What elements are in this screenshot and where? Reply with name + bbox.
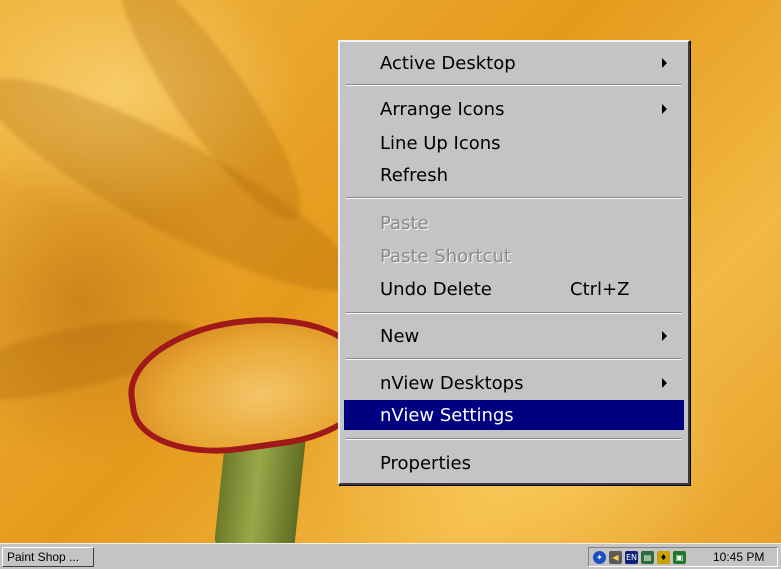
menu-item-paste-shortcut[interactable]: Paste Shortcut: [344, 241, 684, 271]
menu-item-label: Undo Delete: [380, 278, 492, 300]
menu-item-label: Properties: [380, 452, 471, 474]
menu-item-new[interactable]: New: [344, 321, 684, 351]
menu-item-label: nView Desktops: [380, 372, 524, 394]
desktop-context-menu: Active Desktop Arrange Icons Line Up Ico…: [338, 40, 690, 485]
menu-separator: [346, 197, 682, 199]
taskbar: Paint Shop ... ✦ ◀ EN ▤ ♦ ▣ 10:45 PM: [0, 543, 781, 569]
monitor-icon[interactable]: ▣: [673, 551, 686, 564]
network-icon[interactable]: ✦: [593, 551, 606, 564]
menu-item-label: Refresh: [380, 164, 448, 186]
menu-item-label: Paste Shortcut: [380, 245, 511, 267]
menu-item-paste[interactable]: Paste: [344, 208, 684, 238]
menu-separator: [346, 312, 682, 314]
sound-icon[interactable]: ◀: [609, 551, 622, 564]
menu-item-active-desktop[interactable]: Active Desktop: [344, 48, 684, 78]
menu-item-arrange-icons[interactable]: Arrange Icons: [344, 94, 684, 124]
system-tray: ✦ ◀ EN ▤ ♦ ▣ 10:45 PM: [588, 547, 778, 567]
menu-item-properties[interactable]: Properties: [344, 448, 684, 478]
submenu-arrow-icon: [662, 378, 667, 388]
taskbar-button-paint-shop[interactable]: Paint Shop ...: [2, 547, 94, 567]
menu-item-label: Arrange Icons: [380, 98, 505, 120]
submenu-arrow-icon: [662, 58, 667, 68]
menu-item-refresh[interactable]: Refresh: [344, 160, 684, 190]
menu-separator: [346, 84, 682, 86]
language-en-icon[interactable]: EN: [625, 551, 638, 564]
menu-item-undo-delete[interactable]: Undo Delete Ctrl+Z: [344, 274, 684, 304]
submenu-arrow-icon: [662, 331, 667, 341]
taskbar-clock[interactable]: 10:45 PM: [713, 548, 764, 566]
menu-item-label: nView Settings: [380, 404, 514, 426]
menu-item-nview-settings[interactable]: nView Settings: [344, 400, 684, 430]
menu-item-shortcut: Ctrl+Z: [570, 278, 630, 300]
security-icon[interactable]: ♦: [657, 551, 670, 564]
display-icon[interactable]: ▤: [641, 551, 654, 564]
menu-item-label: Active Desktop: [380, 52, 516, 74]
menu-separator: [346, 438, 682, 440]
menu-item-nview-desktops[interactable]: nView Desktops: [344, 368, 684, 398]
menu-item-line-up-icons[interactable]: Line Up Icons: [344, 128, 684, 158]
menu-item-label: New: [380, 325, 420, 347]
submenu-arrow-icon: [662, 104, 667, 114]
menu-separator: [346, 358, 682, 360]
menu-item-label: Paste: [380, 212, 429, 234]
menu-item-label: Line Up Icons: [380, 132, 501, 154]
